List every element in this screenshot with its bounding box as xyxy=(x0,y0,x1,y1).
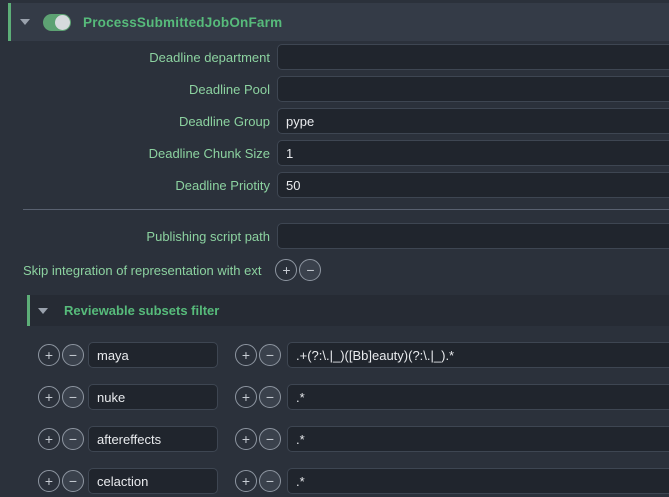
form-row-deadline-pool: Deadline Pool xyxy=(0,76,669,102)
filter-key-input[interactable] xyxy=(88,342,218,368)
field-label: Publishing script path xyxy=(0,229,277,244)
filter-value-input[interactable] xyxy=(287,342,669,368)
field-label: Deadline Priotity xyxy=(0,178,277,193)
filter-value-input[interactable] xyxy=(287,426,669,452)
remove-item-button[interactable]: − xyxy=(299,259,321,281)
section-enabled-toggle[interactable] xyxy=(43,14,71,31)
add-item-button[interactable]: + xyxy=(275,259,297,281)
remove-value-button[interactable]: − xyxy=(259,428,281,450)
remove-key-button[interactable]: − xyxy=(62,344,84,366)
filter-row-maya: + − + − xyxy=(38,342,669,368)
form-row-publishing-script: Publishing script path xyxy=(0,223,669,249)
collapse-arrow-icon[interactable] xyxy=(20,19,30,25)
add-value-button[interactable]: + xyxy=(235,428,257,450)
filter-row-nuke: + − + − xyxy=(38,384,669,410)
remove-value-button[interactable]: − xyxy=(259,386,281,408)
toggle-knob xyxy=(55,15,70,30)
subsection-title: Reviewable subsets filter xyxy=(64,303,219,318)
add-key-button[interactable]: + xyxy=(38,428,60,450)
add-key-button[interactable]: + xyxy=(38,344,60,366)
section-title: ProcessSubmittedJobOnFarm xyxy=(83,15,282,30)
add-key-button[interactable]: + xyxy=(38,386,60,408)
publishing-script-path-input[interactable] xyxy=(277,223,669,249)
divider xyxy=(23,209,669,210)
filter-key-input[interactable] xyxy=(88,384,218,410)
collapse-arrow-icon[interactable] xyxy=(38,308,48,314)
filter-value-input[interactable] xyxy=(287,384,669,410)
skip-integration-row: Skip integration of representation with … xyxy=(23,257,669,283)
field-label: Deadline Group xyxy=(0,114,277,129)
filter-row-aftereffects: + − + − xyxy=(38,426,669,452)
remove-key-button[interactable]: − xyxy=(62,470,84,492)
add-key-button[interactable]: + xyxy=(38,470,60,492)
remove-value-button[interactable]: − xyxy=(259,470,281,492)
deadline-chunk-size-input[interactable] xyxy=(277,140,669,166)
deadline-department-input[interactable] xyxy=(277,44,669,70)
form-row-deadline-chunk-size: Deadline Chunk Size xyxy=(0,140,669,166)
field-label: Deadline Chunk Size xyxy=(0,146,277,161)
add-value-button[interactable]: + xyxy=(235,470,257,492)
filter-value-input[interactable] xyxy=(287,468,669,494)
filter-key-input[interactable] xyxy=(88,426,218,452)
deadline-fields: Deadline department Deadline Pool Deadli… xyxy=(0,44,669,198)
form-row-deadline-group: Deadline Group xyxy=(0,108,669,134)
remove-value-button[interactable]: − xyxy=(259,344,281,366)
filter-key-input[interactable] xyxy=(88,468,218,494)
form-row-deadline-priority: Deadline Priotity xyxy=(0,172,669,198)
add-value-button[interactable]: + xyxy=(235,386,257,408)
subsection-header: Reviewable subsets filter xyxy=(27,295,669,326)
field-label: Deadline Pool xyxy=(0,82,277,97)
deadline-pool-input[interactable] xyxy=(277,76,669,102)
deadline-group-input[interactable] xyxy=(277,108,669,134)
filter-row-celaction: + − + − xyxy=(38,468,669,494)
remove-key-button[interactable]: − xyxy=(62,386,84,408)
skip-integration-label: Skip integration of representation with … xyxy=(23,263,261,278)
field-label: Deadline department xyxy=(0,50,277,65)
deadline-priority-input[interactable] xyxy=(277,172,669,198)
section-header: ProcessSubmittedJobOnFarm xyxy=(8,3,669,41)
add-value-button[interactable]: + xyxy=(235,344,257,366)
form-row-deadline-department: Deadline department xyxy=(0,44,669,70)
remove-key-button[interactable]: − xyxy=(62,428,84,450)
